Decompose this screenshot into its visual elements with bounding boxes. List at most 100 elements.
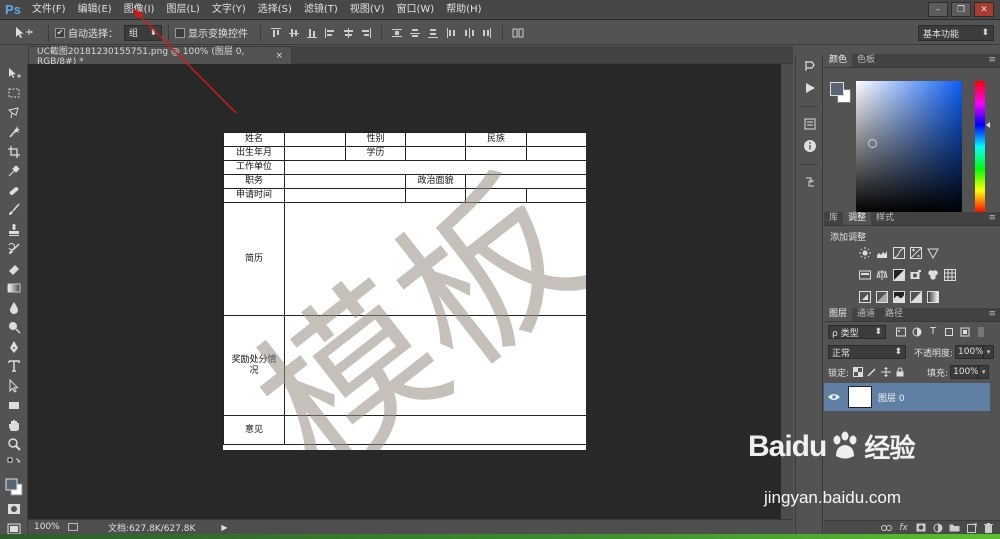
layer-filter-dropdown[interactable]: ρ 类型 ⬍ xyxy=(828,325,886,339)
layer-item[interactable]: 图层 0 xyxy=(824,383,990,411)
pen-tool[interactable] xyxy=(0,337,28,357)
vibrance-icon[interactable] xyxy=(926,246,939,259)
menu-window[interactable]: 窗口(W) xyxy=(390,0,440,20)
align-vcenter-icon[interactable] xyxy=(287,26,301,40)
pixel-filter-icon[interactable] xyxy=(896,327,906,337)
distribute-right-icon[interactable] xyxy=(480,26,494,40)
auto-align-layers-icon[interactable] xyxy=(511,26,525,40)
new-layer-icon[interactable] xyxy=(966,522,977,533)
distribute-vcenter-icon[interactable] xyxy=(408,26,422,40)
history-panel-icon[interactable] xyxy=(796,55,824,77)
tab-channels[interactable]: 通道 xyxy=(852,308,880,321)
info-panel-icon[interactable] xyxy=(796,135,824,157)
color-lookup-icon[interactable] xyxy=(943,268,956,281)
opacity-input[interactable]: 100% xyxy=(955,345,984,359)
channel-mixer-icon[interactable] xyxy=(926,268,939,281)
link-layers-icon[interactable] xyxy=(881,523,892,533)
levels-icon[interactable] xyxy=(875,246,888,259)
paragraph-panel-icon[interactable] xyxy=(796,171,824,193)
tab-styles[interactable]: 样式 xyxy=(871,212,899,225)
default-colors-toggle[interactable] xyxy=(0,454,28,474)
panel-menu-icon[interactable]: ≡ xyxy=(988,212,996,225)
history-brush-tool[interactable] xyxy=(0,240,28,260)
document-tab[interactable]: UC截图20181230155751.png @ 100% (图层 0, RGB… xyxy=(28,46,292,67)
menu-image[interactable]: 图像(I) xyxy=(118,0,161,20)
show-transform-checkbox[interactable] xyxy=(175,27,185,38)
posterize-icon[interactable] xyxy=(875,290,888,303)
type-tool[interactable] xyxy=(0,357,28,377)
brightness-contrast-icon[interactable] xyxy=(858,246,871,259)
align-top-icon[interactable] xyxy=(269,26,283,40)
minimize-button[interactable]: – xyxy=(928,2,948,17)
distribute-hcenter-icon[interactable] xyxy=(462,26,476,40)
layer-name[interactable]: 图层 0 xyxy=(878,391,905,404)
canvas-scrollbar[interactable] xyxy=(781,64,793,519)
menu-layer[interactable]: 图层(L) xyxy=(160,0,205,20)
adjustment-filter-icon[interactable] xyxy=(912,327,922,337)
crop-tool[interactable] xyxy=(0,142,28,162)
align-left-icon[interactable] xyxy=(323,26,337,40)
selective-color-icon[interactable] xyxy=(909,290,922,303)
auto-select-checkbox[interactable]: ✔ xyxy=(55,27,65,38)
new-group-icon[interactable] xyxy=(949,523,960,533)
photo-filter-icon[interactable] xyxy=(909,268,922,281)
eyedropper-tool[interactable] xyxy=(0,162,28,182)
rectangle-tool[interactable] xyxy=(0,396,28,416)
type-filter-icon[interactable]: T xyxy=(928,327,938,337)
auto-select-dropdown[interactable]: 组 ⬍ xyxy=(124,24,162,41)
color-balance-icon[interactable] xyxy=(875,268,888,281)
opacity-dropdown-icon[interactable]: ▾ xyxy=(983,345,995,359)
trash-icon[interactable] xyxy=(983,522,994,533)
quick-selection-tool[interactable] xyxy=(0,123,28,143)
smart-object-filter-icon[interactable] xyxy=(960,327,970,337)
tab-libraries[interactable]: 库 xyxy=(824,212,843,225)
menu-help[interactable]: 帮助(H) xyxy=(440,0,487,20)
distribute-bottom-icon[interactable] xyxy=(426,26,440,40)
hand-tool[interactable] xyxy=(0,415,28,435)
move-tool[interactable] xyxy=(0,64,28,84)
curves-icon[interactable] xyxy=(892,246,905,259)
tab-adjustments[interactable]: 调整 xyxy=(843,212,872,225)
black-white-icon[interactable] xyxy=(892,268,905,281)
document-canvas[interactable]: 姓名 性别 民族 出生年月 学历 工作单位 职务 政治面貌 申请时间 简历 奖励… xyxy=(28,64,781,519)
blur-tool[interactable] xyxy=(0,298,28,318)
restore-button[interactable]: ❐ xyxy=(951,2,971,17)
brush-tool[interactable] xyxy=(0,201,28,221)
tab-swatches[interactable]: 色板 xyxy=(852,54,880,67)
lock-all-icon[interactable] xyxy=(895,367,905,377)
add-mask-icon[interactable] xyxy=(915,523,926,533)
dodge-tool[interactable] xyxy=(0,318,28,338)
visibility-eye-icon[interactable] xyxy=(824,393,844,401)
distribute-left-icon[interactable] xyxy=(444,26,458,40)
tab-layers[interactable]: 图层 xyxy=(824,308,853,321)
actions-panel-icon[interactable] xyxy=(796,77,824,99)
gradient-tool[interactable] xyxy=(0,279,28,299)
menu-edit[interactable]: 编辑(E) xyxy=(72,0,118,20)
align-hcenter-icon[interactable] xyxy=(341,26,355,40)
hue-saturation-icon[interactable] xyxy=(858,268,871,281)
properties-panel-icon[interactable] xyxy=(796,113,824,135)
zoom-tool[interactable] xyxy=(0,435,28,455)
threshold-icon[interactable] xyxy=(892,290,905,303)
fill-input[interactable]: 100% xyxy=(950,365,979,379)
lasso-tool[interactable] xyxy=(0,103,28,123)
foreground-color-swatch[interactable] xyxy=(830,82,844,96)
exposure-icon[interactable] xyxy=(909,246,922,259)
menu-file[interactable]: 文件(F) xyxy=(26,0,72,20)
tool-preset-picker[interactable] xyxy=(6,23,42,43)
layer-style-icon[interactable]: fx xyxy=(898,523,909,533)
healing-brush-tool[interactable] xyxy=(0,181,28,201)
lock-transparent-icon[interactable] xyxy=(853,367,864,377)
menu-select[interactable]: 选择(S) xyxy=(252,0,298,20)
panel-menu-icon[interactable]: ≡ xyxy=(988,54,996,67)
gradient-map-icon[interactable] xyxy=(926,290,939,303)
align-right-icon[interactable] xyxy=(359,26,373,40)
menu-type[interactable]: 文字(Y) xyxy=(206,0,252,20)
workspace-dropdown[interactable]: 基本功能 ⬍ xyxy=(918,25,994,41)
export-icon[interactable] xyxy=(68,523,78,531)
tab-paths[interactable]: 路径 xyxy=(880,308,908,321)
zoom-level[interactable]: 100% xyxy=(28,522,68,532)
panel-menu-icon[interactable]: ≡ xyxy=(988,308,996,321)
align-bottom-icon[interactable] xyxy=(305,26,319,40)
clone-stamp-tool[interactable] xyxy=(0,220,28,240)
